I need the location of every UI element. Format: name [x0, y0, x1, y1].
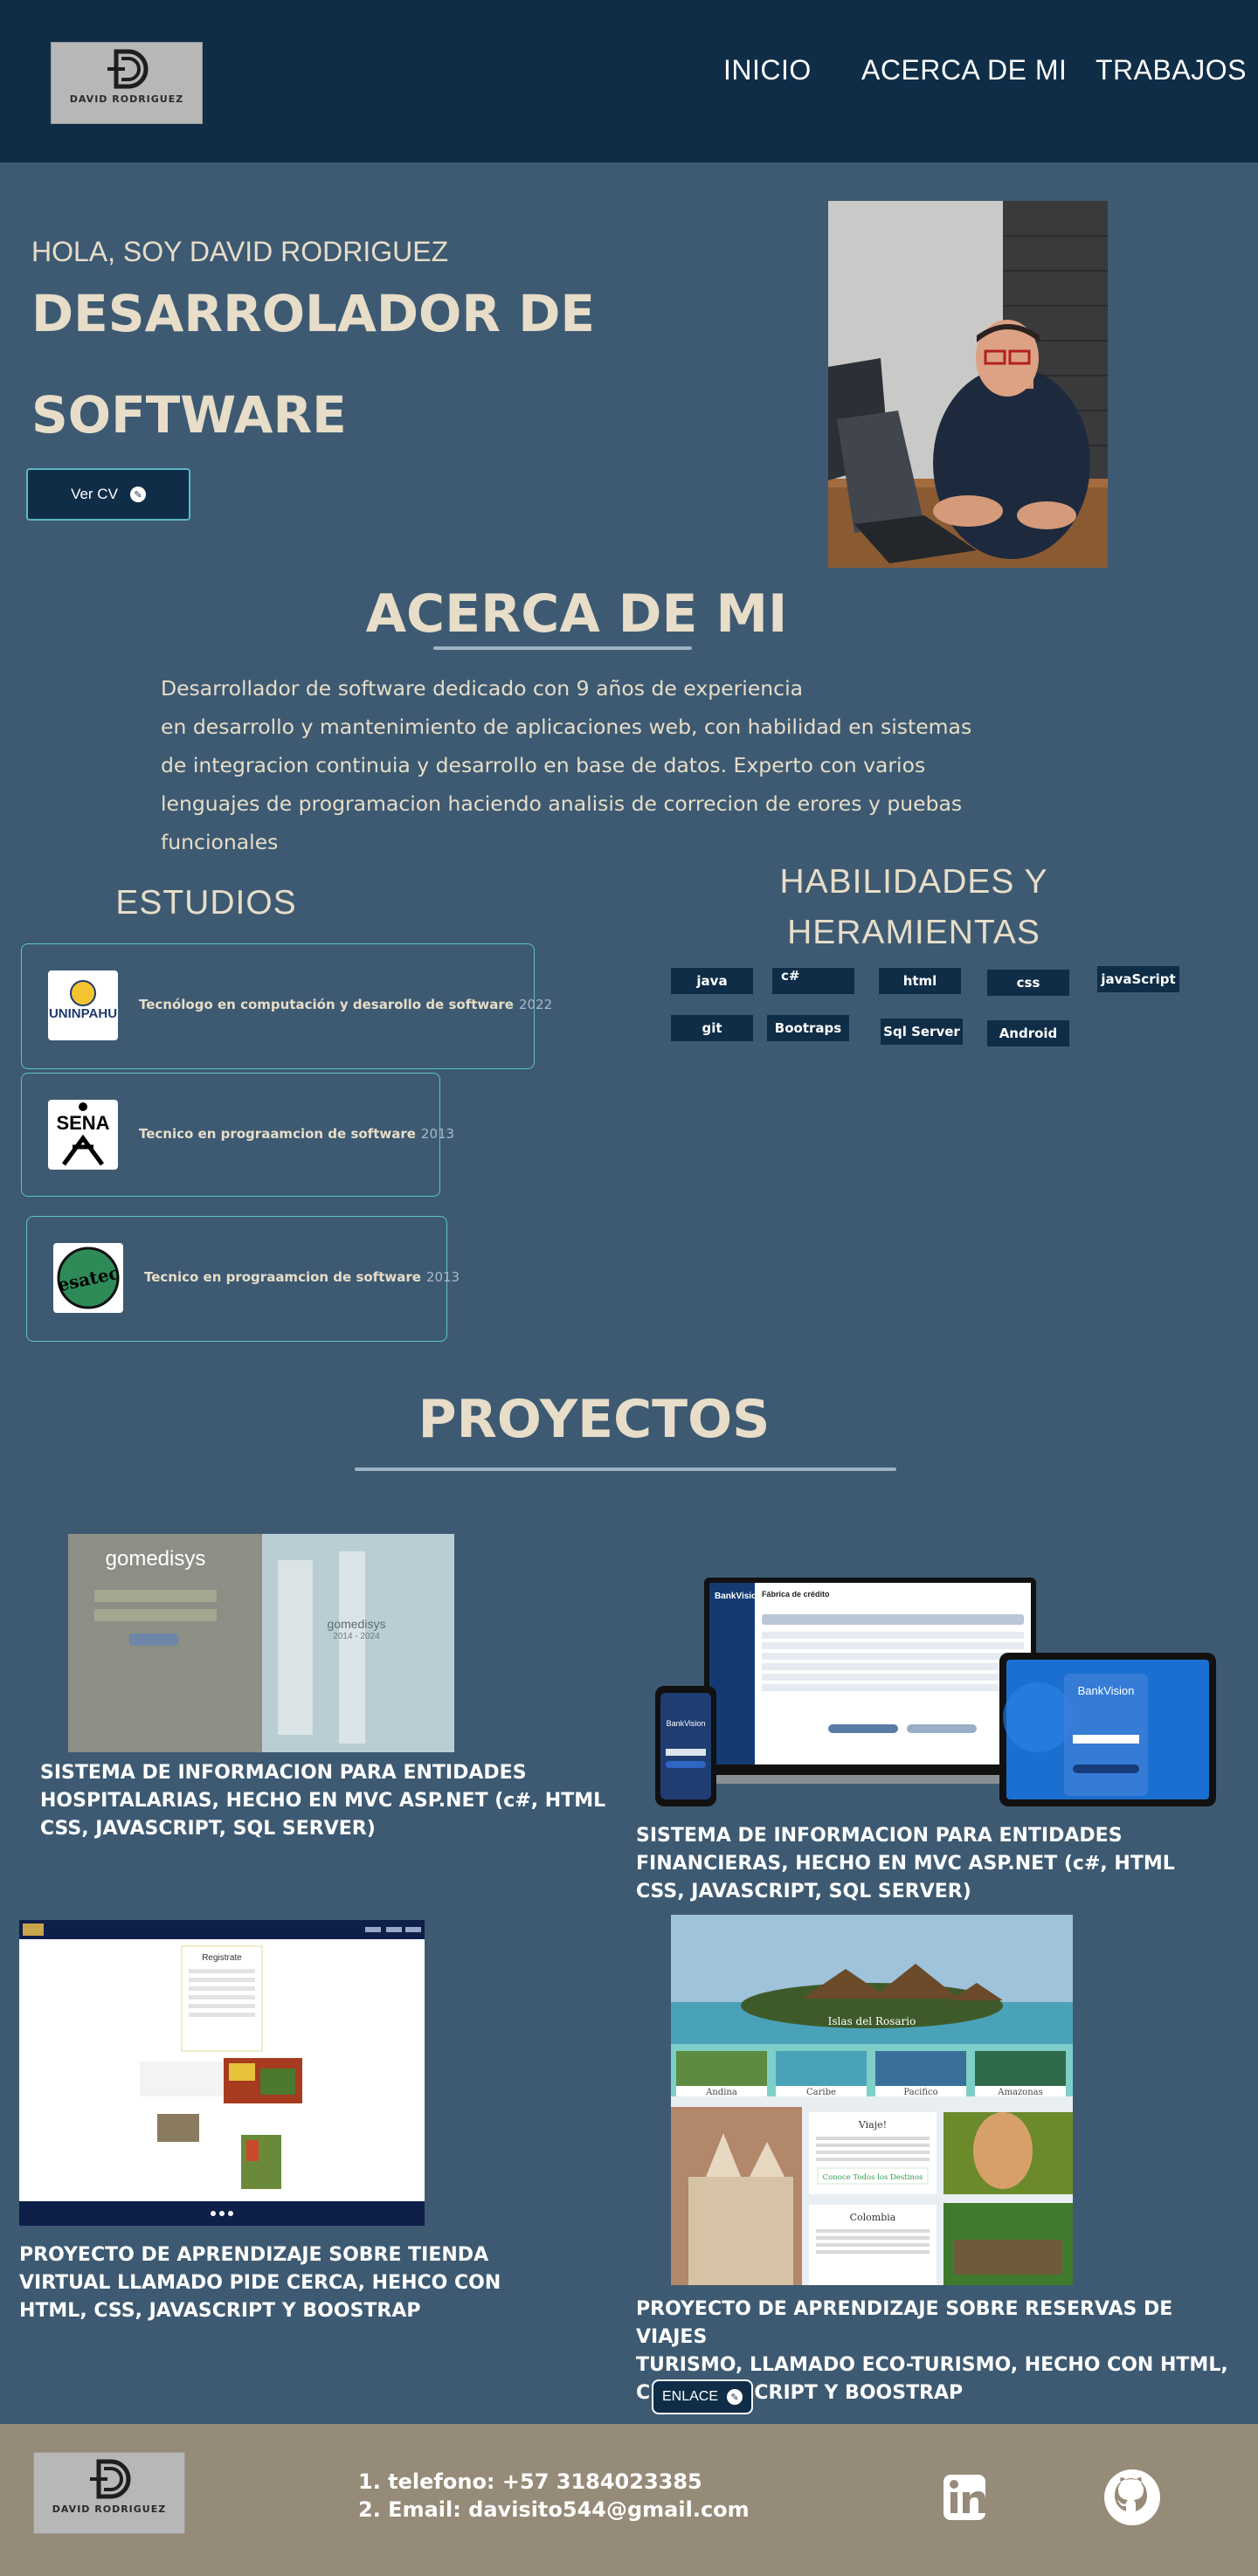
project-screenshot-bankvision[interactable]: BankVision Fábrica de crédito BankVision…	[653, 1578, 1216, 1806]
uninpahu-logo: UNINPAHU	[48, 970, 118, 1040]
study-year: 2013	[420, 1126, 455, 1142]
logo-text: DAVID RODRIGUEZ	[52, 2503, 167, 2515]
logo-d-icon	[107, 49, 149, 89]
esatec-logo: esatec	[53, 1243, 123, 1313]
projects-title: PROYECTOS	[418, 1389, 771, 1450]
eco-card-title: Colombia	[850, 2212, 896, 2223]
study-text: Tecnico en prograamcion de software 2013	[139, 1126, 455, 1142]
about-title: ACERCA DE MI	[365, 584, 788, 645]
about-underline	[433, 646, 692, 650]
pencil-icon: ✎	[129, 487, 146, 502]
eco-hero-caption: Islas del Rosario	[828, 2015, 916, 2027]
ver-cv-button[interactable]: Ver CV ✎	[26, 468, 190, 521]
bankvision-tablet-brand: BankVision	[1078, 1684, 1135, 1697]
region-label: Caribe	[806, 2088, 836, 2097]
study-text: Tecnico en prograamcion de software 2013	[144, 1269, 460, 1285]
profile-photo	[828, 201, 1108, 568]
study-card: UNINPAHU Tecnólogo en computación y desa…	[21, 943, 552, 1069]
gomedisys-logo-text: gomedisys	[106, 1547, 206, 1571]
skill-badge-android: Android	[987, 1020, 1069, 1046]
contact-list: 1. telefono: +57 3184023385 2. Email: da…	[358, 2468, 750, 2524]
logo-text: DAVID RODRIGUEZ	[69, 93, 184, 105]
region-label: Andina	[705, 2088, 737, 2097]
nav-acerca-de-mi[interactable]: ACERCA DE MI	[861, 54, 1067, 86]
enlace-label: ENLACE	[661, 2389, 719, 2404]
skill-badge-csharp: c#	[772, 968, 854, 994]
study-text: Tecnólogo en computación y desarollo de …	[139, 997, 553, 1012]
skill-badge-css: css	[987, 970, 1069, 996]
skill-badge-git: git	[671, 1015, 753, 1041]
bankvision-phone-brand: BankVision	[667, 1719, 706, 1728]
uninpahu-logo-text: UNINPAHU	[49, 1006, 117, 1021]
skill-badge-java: java	[671, 968, 753, 994]
about-text: Desarrollador de software dedicado con 9…	[161, 669, 1017, 861]
region-label: Pacifico	[903, 2088, 937, 2097]
github-icon[interactable]	[1102, 2468, 1162, 2527]
logo-d-icon	[90, 2459, 131, 2499]
nav-trabajos[interactable]: TRABAJOS	[1096, 54, 1247, 86]
project-screenshot-gomedisys[interactable]: gomedisys gomedisys 2014 - 2024	[68, 1534, 454, 1752]
eco-card-button: Conoce Todos los Destinos	[823, 2173, 923, 2182]
gomedisys-years: 2014 - 2024	[333, 1632, 380, 1641]
skill-badge-bootstrap: Bootraps	[767, 1015, 849, 1041]
bankvision-page-title: Fábrica de crédito	[762, 1590, 830, 1599]
ver-cv-label: Ver CV	[71, 486, 118, 502]
project-caption: PROYECTO DE APRENDIZAJE SOBRE TIENDA VIR…	[19, 2244, 501, 2322]
project-caption: SISTEMA DE INFORMACION PARA ENTIDADES FI…	[636, 1825, 1175, 1903]
about-line: Desarrollador de software dedicado con 9…	[161, 676, 804, 701]
gomedisys-brand-faded: gomedisys	[328, 1617, 386, 1631]
linkedin-icon[interactable]	[935, 2468, 994, 2527]
about-line: funcionales	[161, 830, 279, 854]
region-label: Amazonas	[997, 2088, 1043, 2097]
projects-underline	[355, 1468, 896, 1471]
skills-title-line1: HABILIDADES Y	[779, 863, 1048, 901]
eco-card-title: Viaje!	[858, 2119, 887, 2131]
nav-inicio[interactable]: INICIO	[723, 54, 812, 86]
about-line: en desarrollo y mantenimiento de aplicac…	[161, 715, 972, 739]
skill-badge-html: html	[879, 968, 961, 994]
sena-logo-text: SENA	[56, 1112, 109, 1134]
study-card: SENA Tecnico en prograamcion de software…	[21, 1073, 454, 1197]
study-year: 2013	[425, 1269, 460, 1285]
header-logo[interactable]: DAVID RODRIGUEZ	[51, 42, 203, 124]
study-card: esatec Tecnico en prograamcion de softwa…	[26, 1216, 460, 1342]
sena-logo: SENA	[48, 1100, 118, 1170]
project-screenshot-eco-turismo[interactable]: Islas del Rosario Andina Caribe Pacifico…	[671, 1915, 1073, 2285]
hero-greeting: HOLA, SOY DAVID RODRIGUEZ	[31, 236, 449, 267]
enlace-button[interactable]: ENLACE ✎	[652, 2379, 753, 2414]
pide-cerca-form-title: Registrate	[202, 1953, 242, 1963]
about-line: lenguajes de programacion haciendo anali…	[161, 791, 963, 816]
studies-title: ESTUDIOS	[115, 884, 297, 922]
contact-phone: 1. telefono: +57 3184023385	[358, 2469, 702, 2494]
footer-logo[interactable]: DAVID RODRIGUEZ	[33, 2452, 185, 2534]
hero-title-line1: DESARROLADOR DE	[31, 284, 595, 343]
pencil-icon: ✎	[727, 2389, 743, 2405]
project-caption: SISTEMA DE INFORMACION PARA ENTIDADES HO…	[40, 1762, 606, 1840]
site-header: DAVID RODRIGUEZ INICIO ACERCA DE MI TRAB…	[0, 0, 1258, 162]
project-screenshot-pide-cerca[interactable]: Registrate	[19, 1920, 425, 2226]
contact-email[interactable]: 2. Email: davisito544@gmail.com	[358, 2496, 750, 2524]
study-year: 2022	[518, 997, 553, 1012]
skills-title-line2: HERAMIENTAS	[787, 914, 1040, 951]
about-line: de integracion continuia y desarrollo en…	[161, 753, 926, 777]
bankvision-sidebar-brand: BankVision	[715, 1592, 762, 1601]
skill-badge-sql-server: Sql Server	[881, 1019, 963, 1045]
hero-title-line2: SOFTWARE	[31, 385, 347, 445]
site-footer: DAVID RODRIGUEZ 1. telefono: +57 3184023…	[0, 2424, 1258, 2576]
skill-badge-javascript: javaScript	[1097, 966, 1179, 992]
